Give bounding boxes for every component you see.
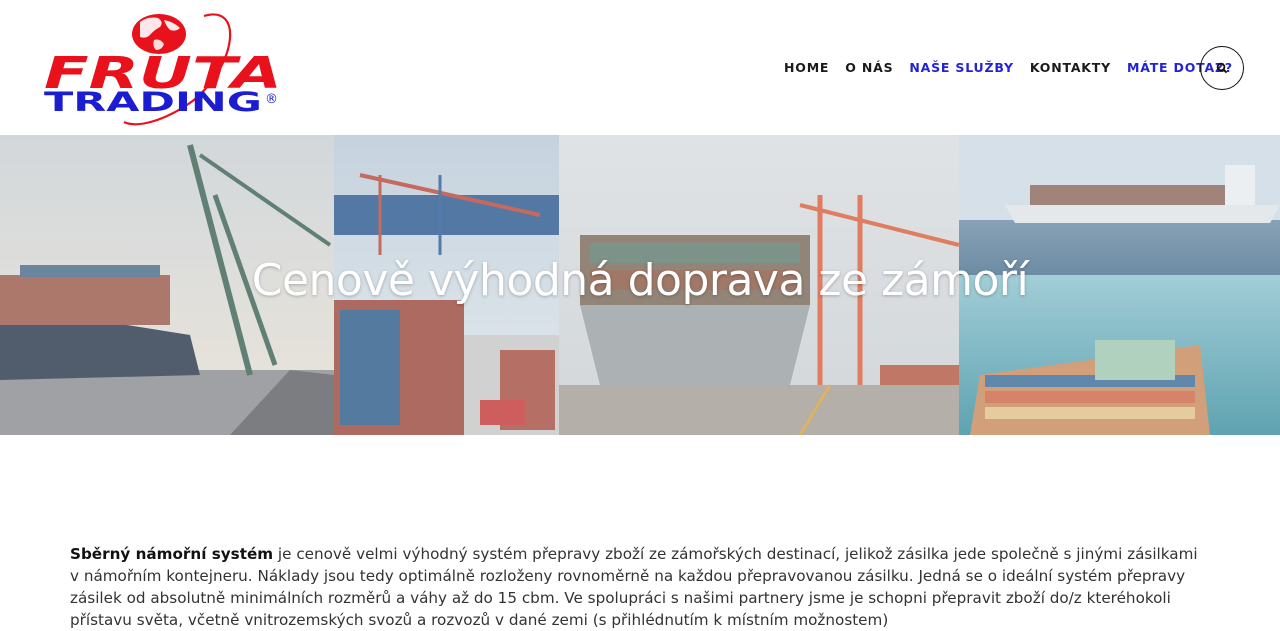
nav-about[interactable]: O NÁS <box>845 60 893 75</box>
nav-home[interactable]: HOME <box>784 60 829 75</box>
site-header: FRUTA TRADING ® HOME O NÁS NAŠE SLUŽBY K… <box>0 0 1280 135</box>
registered-mark: ® <box>265 92 278 107</box>
main-nav: HOME O NÁS NAŠE SLUŽBY KONTAKTY MÁTE DOT… <box>784 60 1249 75</box>
intro-lead: Sběrný námořní systém <box>70 545 274 563</box>
intro-section: Sběrný námořní systém je cenově velmi vý… <box>70 543 1210 631</box>
fruta-trading-logo[interactable]: FRUTA TRADING ® <box>44 10 284 126</box>
logo-word-bottom: TRADING <box>44 87 262 118</box>
nav-contacts[interactable]: KONTAKTY <box>1030 60 1111 75</box>
hero-title: Cenově výhodná doprava ze zámoří <box>251 255 1029 306</box>
intro-paragraph: Sběrný námořní systém je cenově velmi vý… <box>70 543 1210 631</box>
search-icon <box>1216 62 1228 74</box>
search-button[interactable] <box>1200 46 1244 90</box>
hero-banner: Cenově výhodná doprava ze zámoří <box>0 135 1280 435</box>
nav-services[interactable]: NAŠE SLUŽBY <box>909 60 1013 75</box>
